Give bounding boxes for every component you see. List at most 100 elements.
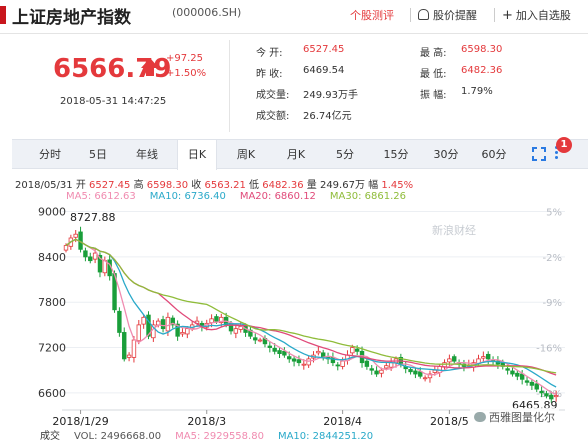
sina-watermark: 新浪财经 [432,224,476,237]
stat-label: 成交额: [256,111,290,122]
ma30-line [65,238,557,374]
candle-body [122,332,127,360]
wechat-label: 西雅图量化尔 [489,411,555,424]
candle-body [350,347,355,354]
stat-label: 今 开: [256,48,283,59]
candle-body [524,380,530,383]
candle-body [73,233,78,238]
price-change-pct: +1.50% [166,68,207,79]
stat-value: 26.74亿元 [303,111,352,122]
fullscreen-icon[interactable] [532,147,546,161]
ma5-line [65,238,557,396]
candle-body [287,356,292,360]
candle-body [379,369,384,374]
price-change: +97.25 [166,53,204,64]
stat-value: 6469.54 [303,65,345,76]
candle-body [384,365,389,369]
volume-legend: 成交 VOL: 2496668.00 MA5: 2929558.80 MA10: 28… [40,427,387,442]
volume-legend-item: MA5: 2929558.80 [175,431,264,442]
candle-body [413,370,418,375]
candle-body [83,250,88,258]
amplitude-label: 幅 [368,180,379,191]
x-tick-label: 2018/1/29 [52,415,108,427]
max-price-label: 8727.88 [70,211,116,224]
price-alert-link[interactable]: 股价提醒 [418,7,477,23]
stat-label: 最 低: [420,69,447,80]
candle-body [214,316,219,322]
candle-body [306,358,311,366]
tab-0[interactable]: 分时 [30,140,70,169]
candle-body [180,332,185,335]
candle-body [277,350,282,354]
bell-icon [418,9,429,20]
candle-body [515,372,520,377]
notification-badge: 1 [556,137,572,153]
y-tick-label: 6600 [38,387,66,400]
candle-body [486,353,491,360]
candle-body [185,328,190,335]
add-watchlist-link[interactable]: + 加入自选股 [502,7,571,23]
ohlc-line: 2018/05/31 开 6527.45 高 6598.30 收 6563.21… [15,176,413,191]
candle-body [481,356,486,359]
close-label: 收 [191,180,202,191]
plus-icon: + [502,8,513,23]
candle-body [321,352,326,358]
candlestick-chart[interactable]: 9000 5%8400 -2%7800 -9%7200 -16%6600 -23%8727… [0,200,588,427]
candle-body [316,350,321,354]
tab-3[interactable]: 日K [177,140,217,170]
tab-5[interactable]: 月K [276,140,316,169]
candle-body [553,395,559,398]
candle-body [447,358,452,363]
candle-body [117,310,122,333]
arrow-up-icon-stem [146,67,154,76]
candle-body [369,368,374,371]
divider [410,8,411,22]
tab-4[interactable]: 周K [226,140,266,169]
candle-body [126,354,132,358]
y-tick-label: 8400 [38,251,66,264]
candle-body [539,390,544,394]
candle-body [340,360,345,367]
candle-body [422,377,428,380]
candle-body [291,358,297,362]
index-name: 上证房地产指数 [12,8,131,28]
candle-body [335,364,340,367]
candle-body [354,348,360,352]
stat-label: 成交量: [256,90,290,101]
stat-value: 6527.45 [303,44,345,55]
tab-6[interactable]: 5分 [325,140,365,169]
amplitude-value: 1.45% [381,180,414,191]
close-value: 6563.21 [204,180,246,191]
candle-body [408,369,413,373]
tab-7[interactable]: 15分 [376,140,416,169]
tab-9[interactable]: 60分 [474,140,514,169]
pct-tick-label: 5% [546,208,562,219]
candle-body [88,256,93,262]
candle-body [301,363,306,366]
candle-body [505,368,510,371]
candle-body [374,370,379,375]
tab-8[interactable]: 30分 [426,140,466,169]
candle-body [452,356,457,362]
candle-body [432,369,438,373]
wechat-overlay: 西雅图量化尔 [470,408,559,426]
stat-value: 1.79% [461,86,493,97]
title-accent [0,6,6,24]
low-value: 6482.36 [262,180,304,191]
divider [494,8,495,22]
candle-body [141,316,146,325]
candle-body [63,245,69,251]
volume-legend-item: VOL: 2496668.00 [74,431,162,442]
low-label: 低 [249,180,260,191]
candle-body [209,318,214,324]
candle-body [253,337,258,341]
candle-body [529,381,535,386]
candle-body [131,339,137,358]
candle-body [233,328,239,334]
tab-2[interactable]: 年线 [127,140,167,169]
stat-value: 249.93万手 [303,90,358,101]
volume-value: 249.67万 [319,180,365,191]
stock-review-link[interactable]: 个股测评 [350,7,394,23]
tab-1[interactable]: 5日 [78,140,118,169]
candle-body [267,345,273,348]
